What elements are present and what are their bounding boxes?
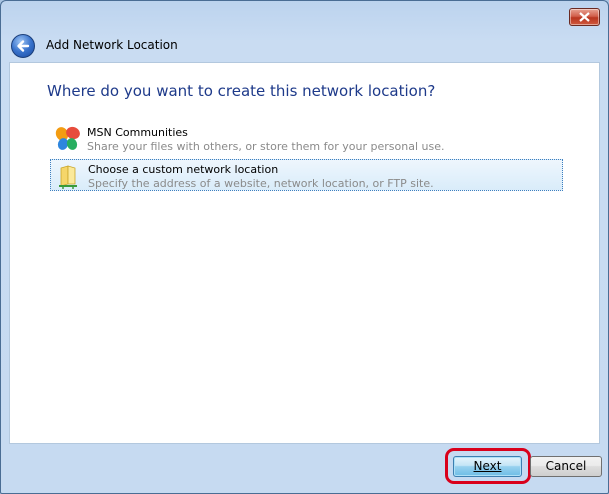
content-panel: Where do you want to create this network… xyxy=(9,62,600,444)
back-button[interactable] xyxy=(11,34,35,58)
title-bar: Add Network Location xyxy=(8,31,601,61)
cancel-button-label: Cancel xyxy=(545,459,587,473)
option-title: MSN Communities xyxy=(87,126,188,139)
window-title: Add Network Location xyxy=(46,38,178,52)
dialog-window: Add Network Location Where do you want t… xyxy=(0,0,609,494)
option-description: Specify the address of a website, networ… xyxy=(88,177,434,190)
back-arrow-icon xyxy=(17,40,30,52)
next-button[interactable]: Next xyxy=(453,456,522,477)
page-heading: Where do you want to create this network… xyxy=(47,82,436,100)
folder-network-icon xyxy=(59,165,77,189)
next-button-label: Next xyxy=(473,459,502,473)
button-bar: Next Cancel xyxy=(9,444,602,484)
option-description: Share your files with others, or store t… xyxy=(87,140,445,153)
close-icon xyxy=(579,12,590,22)
msn-butterfly-icon xyxy=(55,126,80,150)
close-button[interactable] xyxy=(569,8,600,26)
option-msn-communities[interactable]: MSN Communities Share your files with ot… xyxy=(50,123,563,155)
cancel-button[interactable]: Cancel xyxy=(530,456,602,477)
option-title: Choose a custom network location xyxy=(88,163,279,176)
option-custom-network-location[interactable]: Choose a custom network location Specify… xyxy=(50,159,563,191)
